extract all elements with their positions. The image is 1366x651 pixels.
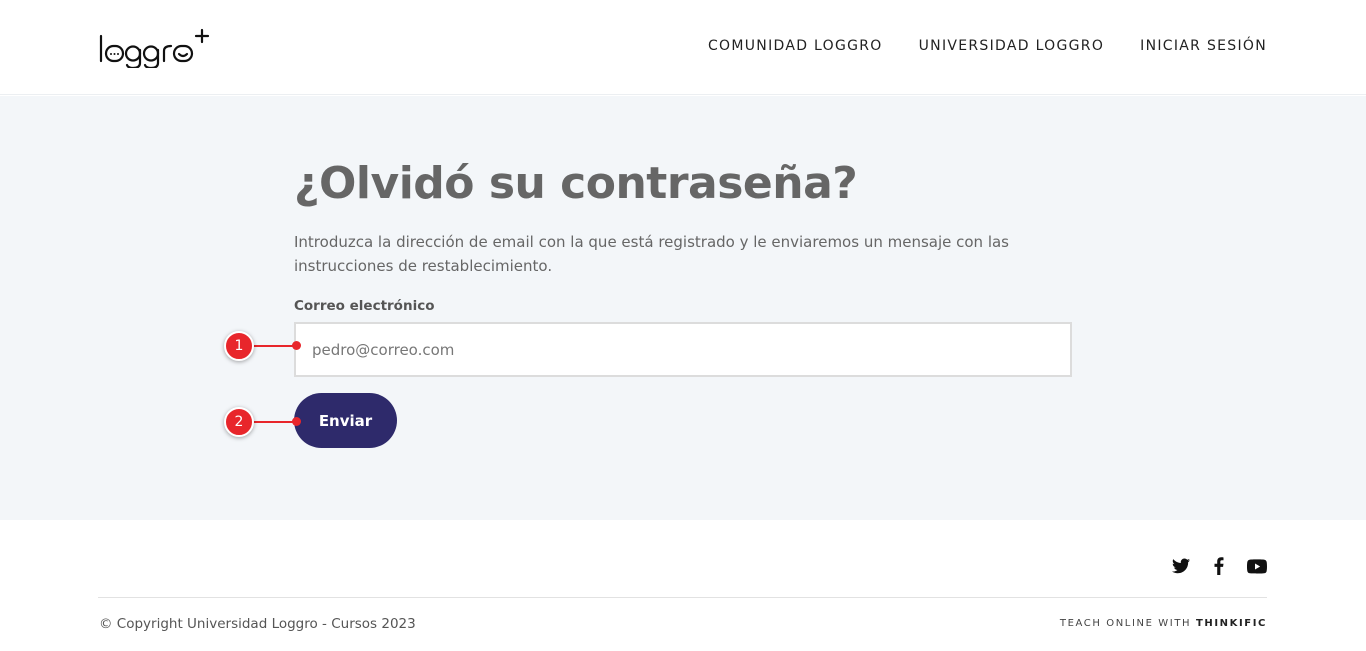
thinkific-brand: THINKIFIC (1195, 618, 1267, 629)
teach-prefix: TEACH ONLINE WITH (1059, 618, 1192, 629)
email-input[interactable] (294, 322, 1072, 377)
annotation-2-line (252, 421, 296, 423)
thinkific-link[interactable]: TEACH ONLINE WITH THINKIFIC (1060, 618, 1267, 629)
facebook-icon[interactable] (1209, 556, 1229, 576)
annotation-marker-2: 2 (224, 407, 254, 437)
nav-comunidad-loggro[interactable]: COMUNIDAD LOGGRO (708, 38, 883, 54)
twitter-icon[interactable] (1171, 556, 1191, 576)
submit-button[interactable]: Enviar (294, 393, 397, 448)
loggro-logo[interactable] (99, 28, 213, 70)
annotation-1-dot (292, 341, 301, 350)
reset-password-section: ¿Olvidó su contraseña? Introduzca la dir… (0, 96, 1366, 520)
email-label: Correo electrónico (294, 298, 435, 314)
social-links (1171, 556, 1267, 576)
annotation-marker-1: 1 (224, 331, 254, 361)
page-title: ¿Olvidó su contraseña? (294, 158, 858, 209)
nav-universidad-loggro[interactable]: UNIVERSIDAD LOGGRO (919, 38, 1105, 54)
nav-iniciar-sesion[interactable]: INICIAR SESIÓN (1140, 38, 1267, 54)
footer-divider (98, 597, 1267, 598)
site-header: COMUNIDAD LOGGRO UNIVERSIDAD LOGGRO INIC… (0, 0, 1366, 95)
annotation-2-dot (292, 417, 301, 426)
site-footer: © Copyright Universidad Loggro - Cursos … (0, 520, 1366, 651)
copyright-text: © Copyright Universidad Loggro - Cursos … (99, 616, 416, 632)
main-nav: COMUNIDAD LOGGRO UNIVERSIDAD LOGGRO INIC… (708, 38, 1267, 54)
page-description: Introduzca la dirección de email con la … (294, 233, 1009, 275)
loggro-logo-graphic (99, 28, 210, 70)
annotation-1-line (252, 345, 296, 347)
youtube-icon[interactable] (1247, 556, 1267, 576)
